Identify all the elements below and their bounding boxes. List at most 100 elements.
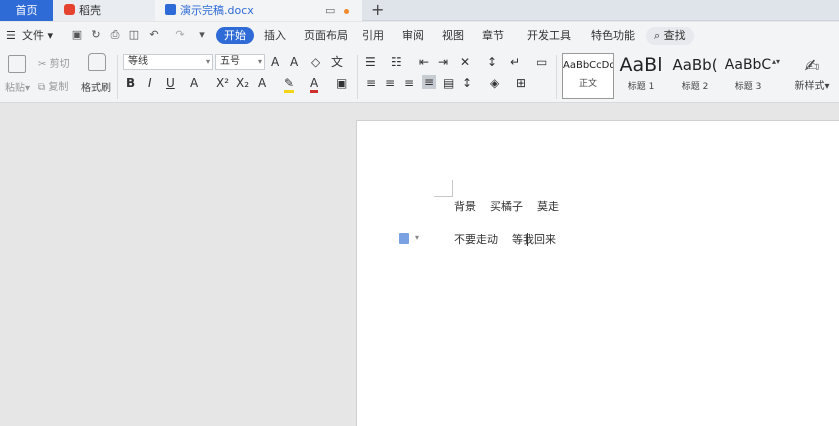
style-sample: AaBbCcDd bbox=[563, 60, 613, 71]
new-style-button[interactable]: ✍ 新样式▾ bbox=[788, 57, 836, 93]
chevron-down-icon: ▾ bbox=[257, 57, 262, 66]
menu-bar: ☰ 文件 ▾ ▣ ↻ ⎙ ◫ ↶ ↷ ▾ 开始 插入 页面布局 引用 审阅 视图… bbox=[0, 22, 839, 49]
font-name-select[interactable]: 等线 ▾ bbox=[123, 54, 213, 70]
font-size-value: 五号 bbox=[220, 56, 240, 67]
document-page[interactable] bbox=[356, 120, 839, 426]
border-icon[interactable]: ▭ bbox=[536, 55, 547, 69]
style-label: 正文 bbox=[578, 79, 597, 89]
style-heading-2[interactable]: AaBb( 标题 2 bbox=[668, 53, 722, 99]
menu-file[interactable]: 文件 ▾ bbox=[22, 28, 53, 44]
chevron-down-icon: ▾ bbox=[205, 57, 210, 66]
paste-label: 粘贴 bbox=[5, 83, 25, 94]
font-name-value: 等线 bbox=[128, 56, 148, 67]
chinese-layout-icon[interactable]: ✕ bbox=[460, 55, 470, 69]
menu-home[interactable]: 开始 bbox=[216, 27, 254, 44]
bullet-list-icon[interactable]: ☰ bbox=[365, 55, 376, 69]
menu-insert[interactable]: 插入 bbox=[264, 28, 286, 44]
ribbon-divider bbox=[556, 55, 557, 99]
font-color-icon[interactable]: A bbox=[310, 76, 319, 93]
paragraph-settings-icon[interactable] bbox=[399, 233, 409, 244]
menu-chapter[interactable]: 章节 bbox=[482, 28, 504, 44]
style-label: 标题 3 bbox=[734, 82, 762, 92]
menu-developer[interactable]: 开发工具 bbox=[527, 28, 571, 44]
style-gallery-scroll-icon[interactable]: ▴▾ bbox=[772, 57, 780, 66]
search-box[interactable]: ⌕ 查找 bbox=[646, 27, 694, 45]
table-border-icon[interactable]: ⊞ bbox=[516, 76, 526, 90]
search-label: 查找 bbox=[663, 29, 686, 42]
show-marks-icon[interactable]: ↵ bbox=[510, 55, 520, 69]
pinyin-guide-icon[interactable]: 文 bbox=[331, 55, 343, 69]
char-border-icon[interactable]: ▣ bbox=[336, 76, 347, 90]
daoke-icon bbox=[64, 4, 75, 15]
copy-label: 复制 bbox=[48, 82, 69, 93]
text-effect-icon[interactable]: A bbox=[258, 76, 266, 90]
new-tab-button[interactable]: + bbox=[371, 0, 384, 21]
menu-page-layout[interactable]: 页面布局 bbox=[304, 28, 348, 44]
tab-home[interactable]: 首页 bbox=[0, 0, 53, 21]
numbered-list-icon[interactable]: ☷ bbox=[391, 55, 402, 69]
style-sample: AaBbC bbox=[724, 57, 772, 73]
style-heading-3[interactable]: AaBbC 标题 3 bbox=[722, 53, 774, 99]
scissors-icon: ✂ bbox=[38, 59, 47, 70]
align-left-icon[interactable]: ≡ bbox=[366, 76, 376, 90]
clear-format-icon[interactable]: ◇ bbox=[311, 55, 320, 69]
sort-icon[interactable]: ↕ bbox=[487, 55, 497, 69]
tab-pin-icon[interactable]: ▭ bbox=[325, 0, 335, 21]
paste-button[interactable]: 粘贴▾ bbox=[5, 79, 30, 94]
undo-icon[interactable]: ↶ bbox=[148, 29, 160, 41]
highlight-icon[interactable]: ✎ bbox=[284, 76, 295, 93]
italic-button[interactable]: I bbox=[148, 76, 152, 90]
new-style-label: 新样式 bbox=[794, 81, 825, 92]
style-gallery: AaBbCcDd 正文 AaBl 标题 1 AaBb( 标题 2 AaBbC 标… bbox=[562, 53, 780, 99]
grow-font-icon[interactable]: A bbox=[271, 55, 279, 69]
decrease-indent-icon[interactable]: ⇤ bbox=[419, 55, 429, 69]
print-icon[interactable]: ⎙ bbox=[109, 29, 121, 41]
menu-features[interactable]: 特色功能 bbox=[591, 28, 635, 44]
bold-button[interactable]: B bbox=[126, 76, 135, 90]
subscript-icon[interactable]: X₂ bbox=[236, 76, 249, 90]
strikethrough-icon[interactable]: A bbox=[190, 76, 198, 90]
tab-home-label: 首页 bbox=[15, 4, 38, 17]
quick-access-more-icon[interactable]: ▾ bbox=[196, 29, 208, 41]
search-icon: ⌕ bbox=[654, 29, 661, 42]
superscript-icon[interactable]: X² bbox=[216, 76, 229, 90]
ribbon-divider bbox=[357, 55, 358, 99]
word-document-icon bbox=[165, 4, 176, 15]
menu-references[interactable]: 引用 bbox=[362, 28, 384, 44]
style-sample: AaBl bbox=[619, 54, 663, 76]
ribbon-divider bbox=[117, 55, 118, 99]
font-size-select[interactable]: 五号 ▾ bbox=[215, 54, 265, 70]
line-spacing-icon[interactable]: ↕ bbox=[462, 76, 472, 90]
document-line[interactable]: 背景 买橘子 莫走 bbox=[454, 198, 559, 214]
format-painter-icon[interactable] bbox=[88, 53, 106, 71]
align-center-icon[interactable]: ≡ bbox=[385, 76, 395, 90]
paste-icon[interactable] bbox=[8, 55, 26, 73]
shrink-font-icon[interactable]: A bbox=[290, 55, 298, 69]
menu-review[interactable]: 审阅 bbox=[402, 28, 424, 44]
increase-indent-icon[interactable]: ⇥ bbox=[438, 55, 448, 69]
redo-icon[interactable]: ↷ bbox=[174, 29, 186, 41]
menu-view[interactable]: 视图 bbox=[442, 28, 464, 44]
style-heading-1[interactable]: AaBl 标题 1 bbox=[616, 53, 666, 99]
tab-daoke-label: 稻壳 bbox=[79, 4, 101, 17]
export-icon[interactable]: ↻ bbox=[90, 29, 102, 41]
save-icon[interactable]: ▣ bbox=[71, 29, 83, 41]
chevron-down-icon[interactable]: ▾ bbox=[415, 233, 419, 242]
cut-button[interactable]: ✂ 剪切 bbox=[38, 55, 70, 70]
justify-icon[interactable]: ≡ bbox=[422, 75, 437, 89]
text-cursor-icon bbox=[527, 233, 529, 246]
tab-daoke[interactable]: 稻壳 bbox=[53, 0, 155, 21]
unsaved-dot-icon bbox=[344, 0, 349, 21]
print-preview-icon[interactable]: ◫ bbox=[128, 29, 140, 41]
shading-icon[interactable]: ◈ bbox=[490, 76, 499, 90]
style-normal[interactable]: AaBbCcDd 正文 bbox=[562, 53, 614, 99]
document-line[interactable]: 不要走动 等我回来 bbox=[454, 231, 556, 247]
align-right-icon[interactable]: ≡ bbox=[404, 76, 414, 90]
underline-button[interactable]: U bbox=[166, 76, 175, 90]
distributed-icon[interactable]: ▤ bbox=[443, 76, 454, 90]
copy-icon: ⧉ bbox=[38, 82, 46, 93]
tab-bar: 首页 稻壳 演示完稿.docx ▭ + bbox=[0, 0, 839, 21]
hamburger-icon[interactable]: ☰ bbox=[6, 28, 16, 44]
copy-button[interactable]: ⧉ 复制 bbox=[38, 78, 68, 93]
format-painter-button[interactable]: 格式刷 bbox=[81, 79, 111, 94]
